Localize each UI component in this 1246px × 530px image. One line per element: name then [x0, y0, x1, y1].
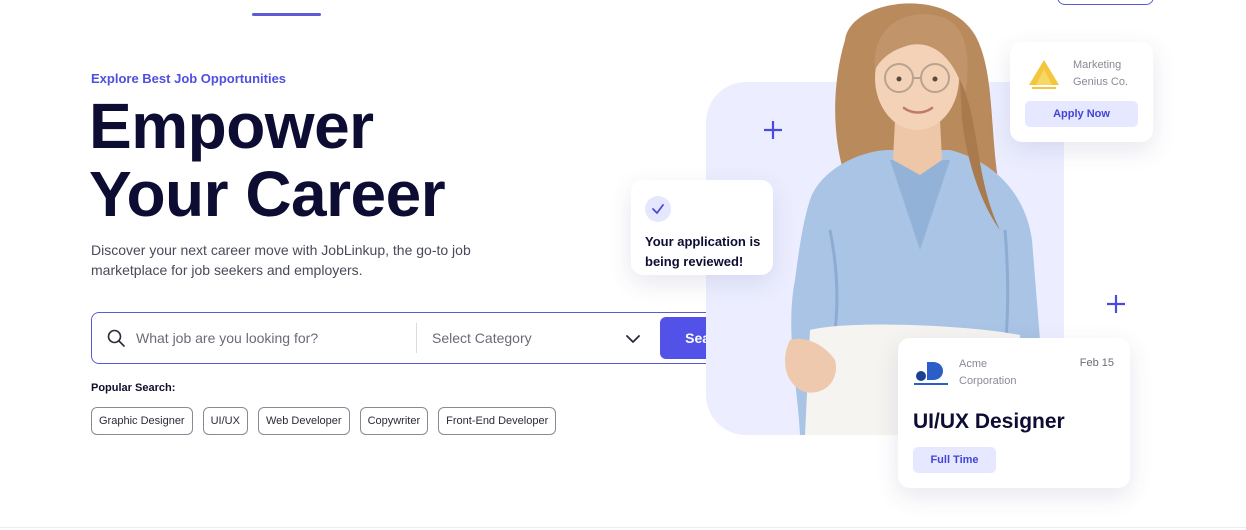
category-select[interactable]: Select Category — [432, 325, 652, 351]
job-listing-card[interactable]: Acme Corporation Feb 15 UI/UX Designer F… — [898, 338, 1130, 488]
hero-title-line-1: Empower — [89, 90, 374, 162]
chevron-down-icon[interactable] — [624, 330, 642, 348]
tag-graphic-designer[interactable]: Graphic Designer — [91, 407, 193, 435]
popular-search-label: Popular Search: — [91, 382, 176, 394]
company-logo-icon — [914, 362, 948, 385]
hero-eyebrow: Explore Best Job Opportunities — [91, 71, 287, 86]
hero-title: Empower Your Career — [89, 90, 446, 230]
job-title: UI/UX Designer — [913, 410, 1065, 433]
company-logo-icon — [1029, 60, 1059, 89]
search-icon — [107, 329, 125, 347]
popular-search-tags: Graphic Designer UI/UX Web Developer Cop… — [91, 407, 557, 435]
company-name: Acme Corporation — [959, 358, 1017, 387]
section-divider — [0, 527, 1246, 528]
nav-active-indicator — [252, 13, 321, 16]
apply-now-button[interactable]: Apply Now — [1025, 101, 1138, 127]
job-posted-date: Feb 15 — [1079, 357, 1114, 369]
job-search-input[interactable] — [136, 324, 406, 352]
application-status-card: Your application is being reviewed! — [631, 180, 773, 275]
hero-subtitle: Discover your next career move with JobL… — [91, 242, 471, 278]
tag-front-end-developer[interactable]: Front-End Developer — [438, 407, 557, 435]
company-apply-card: Marketing Genius Co. Apply Now — [1010, 42, 1153, 142]
search-divider — [416, 323, 417, 353]
company-name: Marketing Genius Co. — [1073, 59, 1129, 88]
tag-ui-ux[interactable]: UI/UX — [202, 407, 248, 435]
job-search-bar: Select Category Search — [91, 312, 762, 364]
tag-web-developer[interactable]: Web Developer — [257, 407, 350, 435]
check-icon — [645, 196, 671, 222]
hero-title-line-2: Your Career — [89, 158, 446, 230]
application-status-text: Your application is being reviewed! — [645, 234, 761, 269]
tag-copywriter[interactable]: Copywriter — [359, 407, 429, 435]
nav-button-partial[interactable] — [1057, 0, 1154, 5]
plus-icon — [1107, 295, 1125, 313]
hero-page: Explore Best Job Opportunities Empower Y… — [0, 0, 1246, 530]
job-type-badge: Full Time — [913, 447, 996, 473]
